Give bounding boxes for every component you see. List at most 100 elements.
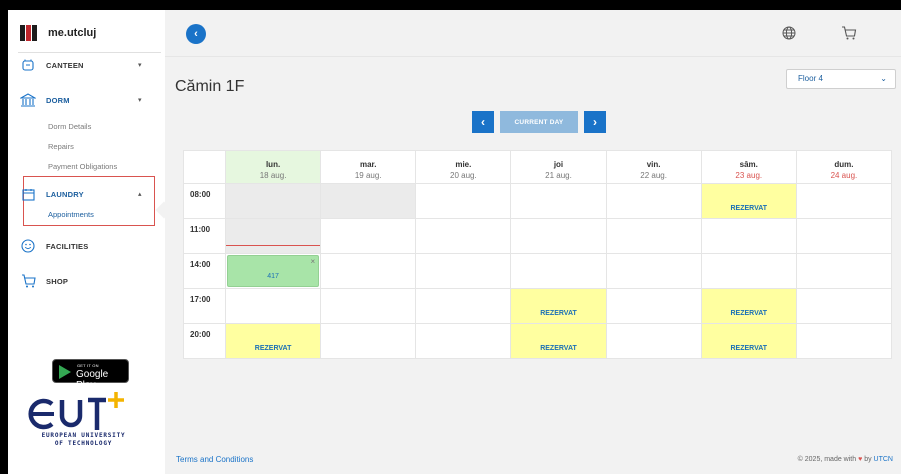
- sidebar-item-laundry[interactable]: LAUNDRY ▴: [20, 186, 142, 202]
- slot-free[interactable]: [700, 253, 797, 289]
- time-label: 11:00: [183, 218, 226, 254]
- utcn-link[interactable]: UTCN: [874, 456, 893, 463]
- google-play-small-text: GET IT ON: [77, 363, 99, 368]
- slot-reserved: REZERVAT: [700, 288, 797, 324]
- time-row: 20:00 REZERVAT REZERVAT REZERVAT: [183, 323, 893, 359]
- sidebar-item-dorm[interactable]: DORM ▾: [20, 92, 142, 108]
- slot-free[interactable]: [320, 253, 417, 289]
- slot-free[interactable]: [415, 183, 512, 219]
- floor-select[interactable]: Floor 4 ⌄: [786, 69, 896, 89]
- slot-free[interactable]: [510, 183, 607, 219]
- current-day-button[interactable]: CURRENT DAY: [500, 111, 578, 133]
- sidebar-subitem-repairs[interactable]: Repairs: [48, 142, 74, 151]
- terms-link[interactable]: Terms and Conditions: [176, 455, 253, 464]
- google-play-badge[interactable]: GET IT ON Google Play: [52, 359, 129, 391]
- building-icon: [20, 92, 36, 108]
- sidebar-item-canteen[interactable]: CANTEEN ▾: [20, 57, 142, 73]
- slot-free[interactable]: [795, 323, 893, 359]
- copy-prefix: © 2025, made with: [797, 456, 857, 463]
- top-bar: ‹: [165, 10, 901, 57]
- sidebar-item-label: SHOP: [46, 276, 69, 286]
- eut-caption-line: OF TECHNOLOGY: [54, 440, 113, 447]
- utcn-logo: [20, 25, 38, 41]
- day-name: lun.: [265, 160, 281, 169]
- slot-free[interactable]: [224, 288, 322, 324]
- sidebar-item-label: LAUNDRY: [46, 189, 84, 199]
- footer-copyright: © 2025, made with ♥ by UTCN: [798, 456, 893, 463]
- time-row: 08:00 REZERVAT: [183, 183, 893, 219]
- booking-card[interactable]: × 417: [227, 255, 320, 287]
- slot-reserved: REZERVAT: [224, 323, 322, 359]
- globe-icon[interactable]: [782, 26, 796, 40]
- day-name: vin.: [646, 160, 661, 169]
- laundry-calendar: lun. 18 aug. mar. 19 aug. mie. 20 aug. joi 2…: [183, 150, 893, 359]
- slot-free[interactable]: [510, 218, 607, 254]
- day-header: lun. 18 aug.: [224, 150, 322, 184]
- slot-free[interactable]: [510, 253, 607, 289]
- slot-free[interactable]: [795, 183, 893, 219]
- slot-reserved: REZERVAT: [510, 323, 607, 359]
- slot-free[interactable]: [795, 288, 893, 324]
- time-label: 17:00: [183, 288, 226, 324]
- day-date: 23 aug.: [735, 171, 763, 180]
- brand[interactable]: me.utcluj: [20, 23, 96, 43]
- time-row: 17:00 REZERVAT REZERVAT: [183, 288, 893, 324]
- copy-by: by: [864, 456, 872, 463]
- slot-free[interactable]: [415, 323, 512, 359]
- play-icon: [59, 365, 71, 379]
- day-name: dum.: [834, 160, 854, 169]
- slot-free[interactable]: [320, 323, 417, 359]
- cart-icon: [20, 273, 36, 289]
- back-button[interactable]: ‹: [186, 24, 206, 44]
- sidebar-item-shop[interactable]: SHOP: [20, 273, 68, 289]
- slot-past: [224, 183, 322, 219]
- slot-past: [320, 183, 417, 219]
- day-date: 22 aug.: [640, 171, 667, 180]
- page-title: Cămin 1F: [175, 78, 245, 95]
- day-date: 21 aug.: [545, 171, 572, 180]
- day-header: vin. 22 aug.: [605, 150, 702, 184]
- reserved-label: REZERVAT: [540, 345, 577, 352]
- reserved-label: REZERVAT: [254, 345, 292, 352]
- time-row: 11:00: [183, 218, 893, 254]
- google-play-text: Google Play: [76, 369, 109, 391]
- current-time-line: [226, 245, 321, 246]
- sidebar-subitem-dorm-details[interactable]: Dorm Details: [48, 122, 91, 131]
- slot-reserved: REZERVAT: [700, 323, 797, 359]
- slot-free[interactable]: [415, 218, 512, 254]
- cart-icon[interactable]: [841, 25, 857, 41]
- chevron-left-icon: ‹: [481, 115, 485, 129]
- slot-past: [224, 218, 322, 254]
- reserved-label: REZERVAT: [540, 310, 577, 317]
- sidebar-subitem-appointments[interactable]: Appointments: [48, 210, 94, 219]
- next-week-button[interactable]: ›: [584, 111, 606, 133]
- booking-room: 417: [267, 273, 279, 280]
- chevron-down-icon: ⌄: [880, 74, 887, 83]
- slot-free[interactable]: [605, 218, 702, 254]
- day-date: 20 aug.: [450, 171, 477, 180]
- day-name: sâm.: [739, 160, 758, 169]
- time-header: [183, 150, 226, 184]
- sidebar-item-label: CANTEEN: [46, 60, 84, 70]
- sidebar-subitem-payment-obligations[interactable]: Payment Obligations: [48, 162, 117, 171]
- slot-free[interactable]: [795, 218, 893, 254]
- chevron-up-icon: ▴: [138, 191, 142, 198]
- brand-name: me.utcluj: [48, 27, 97, 39]
- slot-free[interactable]: [605, 253, 702, 289]
- slot-free[interactable]: [415, 253, 512, 289]
- slot-free[interactable]: [605, 288, 702, 324]
- time-label: 08:00: [183, 183, 226, 219]
- slot-free[interactable]: [320, 218, 417, 254]
- slot-free[interactable]: [605, 183, 702, 219]
- slot-free[interactable]: [605, 323, 702, 359]
- slot-free[interactable]: [415, 288, 512, 324]
- slot-free[interactable]: [795, 253, 893, 289]
- slot-free[interactable]: [320, 288, 417, 324]
- slot-free[interactable]: [700, 218, 797, 254]
- reserved-label: REZERVAT: [730, 345, 768, 352]
- day-date: 24 aug.: [830, 171, 858, 180]
- sidebar-item-facilities[interactable]: FACILITIES: [20, 238, 88, 254]
- prev-week-button[interactable]: ‹: [472, 111, 494, 133]
- close-icon[interactable]: ×: [310, 257, 315, 266]
- sidebar-item-label: DORM: [46, 95, 70, 105]
